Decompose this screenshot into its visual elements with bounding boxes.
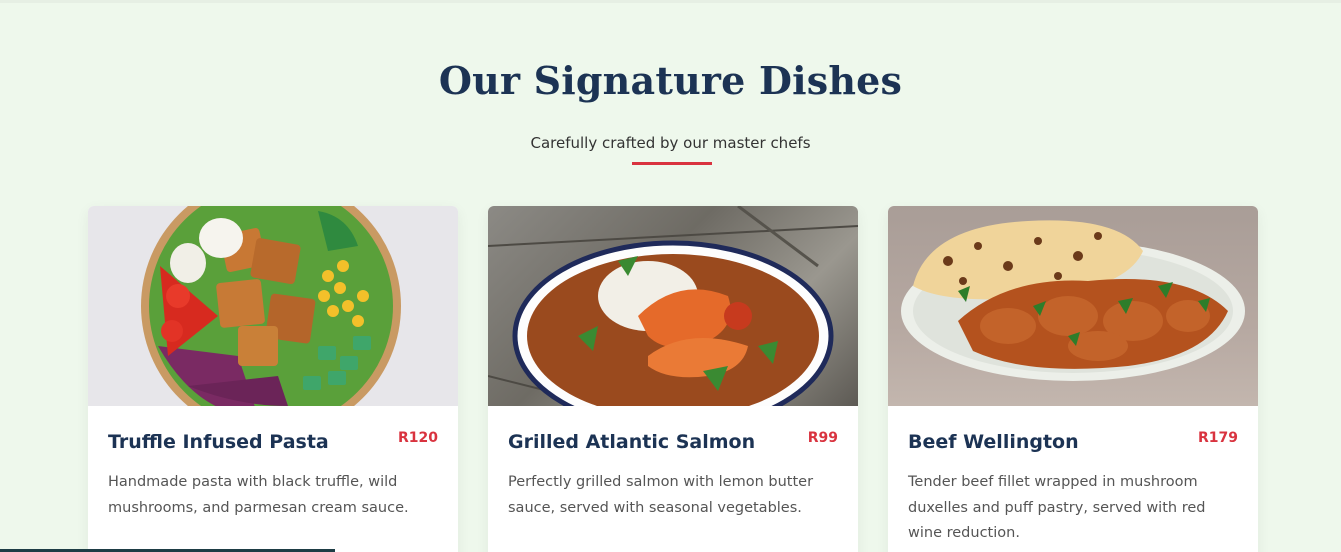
dish-price: R120 [397,430,438,446]
section-title: Our Signature Dishes [438,58,903,103]
dish-image [888,206,1258,406]
dish-image [488,206,858,406]
dish-name: Beef Wellington [908,431,1079,453]
dish-image [88,206,458,406]
dish-price: R179 [1197,430,1238,446]
prawn-curry-rice-photo [488,206,858,406]
title-underline [632,162,712,165]
dish-name: Grilled Atlantic Salmon [508,431,756,453]
dish-price: R99 [807,430,838,446]
signature-dishes-section: Our Signature Dishes Carefully crafted b… [0,0,1341,552]
dish-description: Tender beef fillet wrapped in mushroom d… [908,474,1206,541]
curry-naan-photo [901,220,1245,381]
section-subtitle: Carefully crafted by our master chefs [530,134,811,152]
dish-description: Handmade pasta with black truffle, wild … [108,474,409,516]
dish-card[interactable]: Grilled Atlantic Salmon R99 Perfectly gr… [488,206,858,552]
dish-card[interactable]: Truffle Infused Pasta R120 Handmade past… [88,206,458,552]
dish-name: Truffle Infused Pasta [108,431,329,453]
dish-description: Perfectly grilled salmon with lemon butt… [508,474,814,516]
dish-card[interactable]: Beef Wellington R179 Tender beef fillet … [888,206,1258,552]
salad-bowl-photo [141,206,401,406]
